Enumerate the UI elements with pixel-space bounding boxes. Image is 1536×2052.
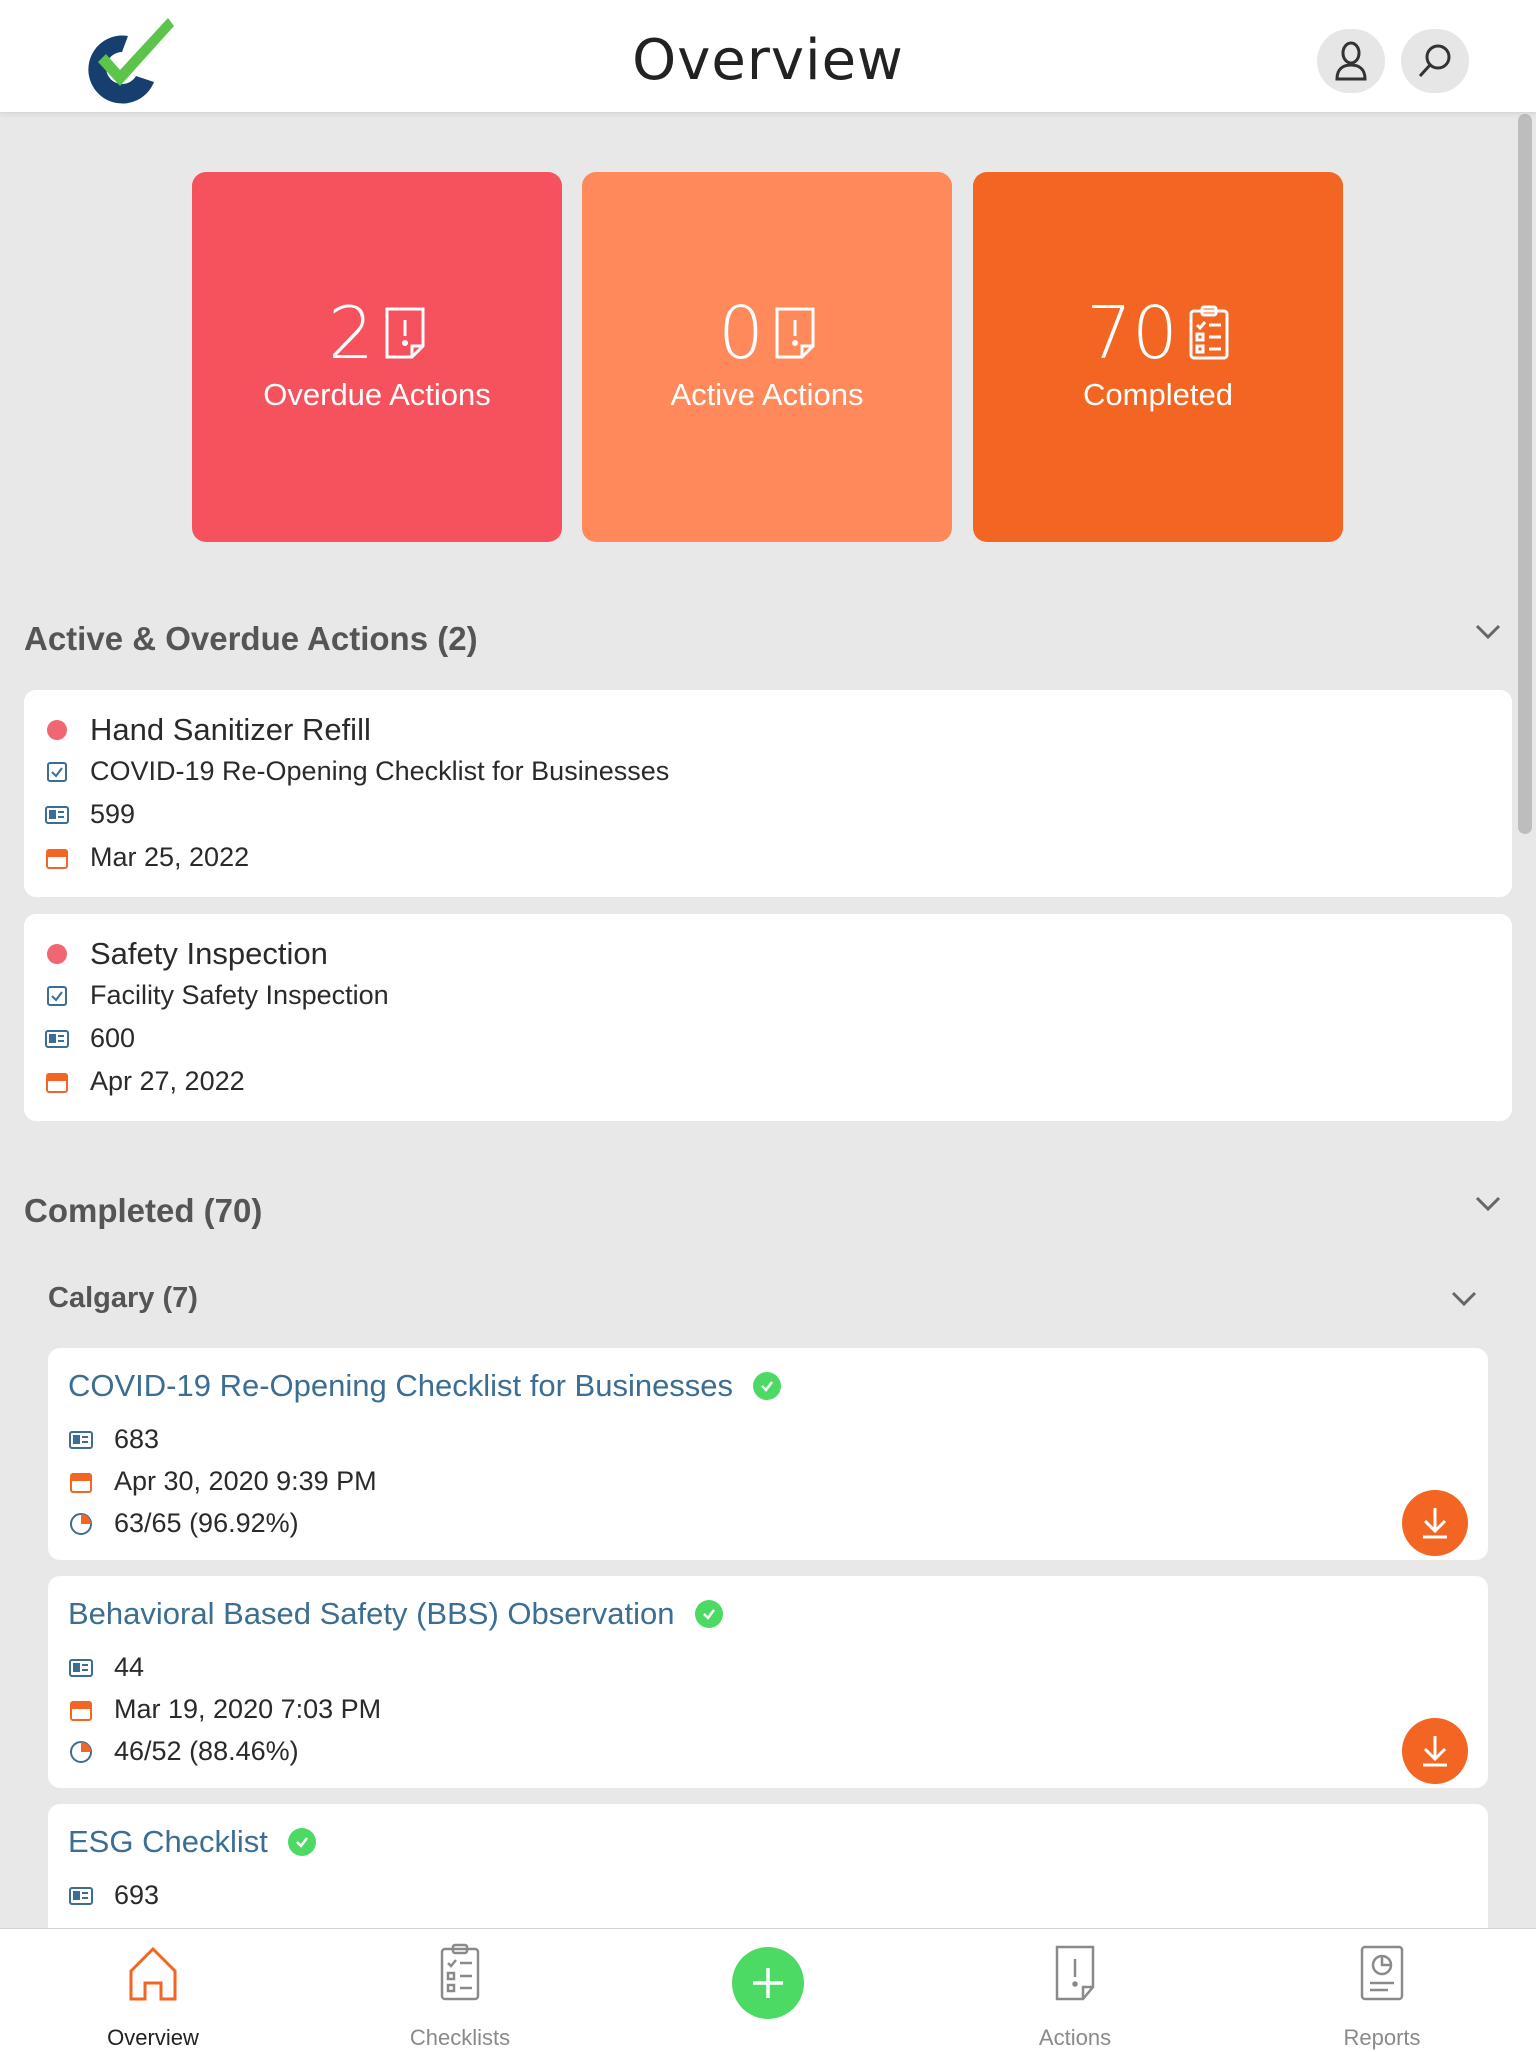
checklist-id: 693	[114, 1880, 160, 1910]
bottom-navigation: Overview Checklists Actions Reports	[0, 1928, 1536, 2052]
id-card-icon	[45, 1029, 69, 1048]
overdue-status-dot	[47, 720, 67, 740]
checklist-score: 46/52 (88.46%)	[114, 1736, 299, 1766]
completed-section-title: Completed (70)	[24, 1192, 263, 1229]
overdue-actions-tile[interactable]: 2 Overdue Actions	[192, 172, 562, 542]
action-title: Hand Sanitizer Refill	[90, 712, 371, 747]
alert-document-icon	[1055, 1945, 1095, 2001]
download-icon	[1423, 1736, 1447, 1767]
nav-overview-label: Overview	[107, 2025, 199, 2050]
chevron-down-icon[interactable]	[1450, 1290, 1478, 1308]
calendar-icon	[70, 1700, 92, 1721]
action-card[interactable]: Safety Inspection Facility Safety Inspec…	[24, 914, 1512, 1121]
checklist-score: 63/65 (96.92%)	[114, 1508, 299, 1538]
pie-chart-icon	[70, 1512, 92, 1535]
active-label: Active Actions	[670, 377, 864, 412]
id-card-icon	[45, 805, 69, 824]
page-title: Overview	[632, 28, 904, 93]
active-count: 0	[718, 291, 764, 375]
nav-reports[interactable]: Reports	[1282, 1929, 1482, 2052]
action-title: Safety Inspection	[90, 936, 328, 971]
active-overdue-section-title: Active & Overdue Actions (2)	[24, 620, 478, 657]
nav-actions-label: Actions	[1038, 2025, 1112, 2050]
check-circle-icon	[694, 1600, 723, 1628]
overdue-status-dot	[47, 944, 67, 964]
action-due-date: Apr 27, 2022	[90, 1066, 245, 1096]
group-title: Calgary (7)	[48, 1282, 198, 1314]
scrollbar[interactable]	[1518, 114, 1532, 834]
active-actions-tile[interactable]: 0 Active Actions	[582, 172, 952, 542]
calendar-icon	[70, 1472, 92, 1493]
download-icon	[1423, 1508, 1447, 1539]
download-report-button[interactable]	[1402, 1490, 1468, 1556]
nav-checklists[interactable]: Checklists	[360, 1929, 560, 2052]
clipboard-checklist-icon	[1189, 305, 1229, 360]
check-circle-icon	[753, 1372, 782, 1400]
calendar-icon	[46, 1072, 68, 1093]
checklist-title-link[interactable]: COVID-19 Re-Opening Checklist for Busine…	[68, 1368, 733, 1404]
check-circle-icon	[287, 1828, 316, 1856]
download-report-button[interactable]	[1402, 1718, 1468, 1784]
id-card-icon	[69, 1886, 93, 1905]
completed-label: Completed	[1083, 377, 1233, 412]
id-card-icon	[69, 1430, 93, 1449]
checklist-title-link[interactable]: Behavioral Based Safety (BBS) Observatio…	[68, 1596, 675, 1632]
nav-overview[interactable]: Overview	[53, 1929, 253, 2052]
completed-tile[interactable]: 70 Completed	[973, 172, 1343, 542]
calendar-icon	[46, 848, 68, 869]
checklist-date: Mar 19, 2020 7:03 PM	[114, 1694, 382, 1724]
chevron-down-icon[interactable]	[1474, 623, 1502, 641]
report-document-icon	[1360, 1945, 1404, 2001]
completed-checklist-card[interactable]: Behavioral Based Safety (BBS) Observatio…	[48, 1576, 1488, 1788]
overdue-count: 2	[328, 291, 374, 375]
search-icon	[1418, 44, 1451, 78]
action-card[interactable]: Hand Sanitizer Refill COVID-19 Re-Openin…	[24, 690, 1512, 897]
alert-document-icon	[385, 307, 425, 359]
action-id: 600	[90, 1023, 136, 1053]
action-id: 599	[90, 799, 136, 829]
app-header: Overview	[0, 0, 1536, 113]
alert-document-icon	[775, 307, 815, 359]
user-icon	[1335, 41, 1367, 81]
profile-button[interactable]	[1317, 29, 1385, 93]
overdue-label: Overdue Actions	[263, 377, 491, 412]
completed-checklist-card[interactable]: COVID-19 Re-Opening Checklist for Busine…	[48, 1348, 1488, 1560]
checklist-date: Apr 30, 2020 9:39 PM	[114, 1466, 377, 1496]
chevron-down-icon[interactable]	[1474, 1195, 1502, 1213]
nav-reports-label: Reports	[1343, 2025, 1421, 2050]
action-checklist: Facility Safety Inspection	[90, 980, 389, 1010]
clipboard-checklist-icon	[440, 1943, 480, 2001]
home-icon	[129, 1946, 177, 2001]
checkbox-icon	[47, 985, 67, 1006]
checklist-id: 44	[114, 1652, 145, 1682]
id-card-icon	[69, 1658, 93, 1677]
plus-icon	[753, 1968, 783, 1998]
completed-count: 70	[1086, 291, 1178, 375]
checklist-id: 683	[114, 1424, 160, 1454]
add-button[interactable]	[732, 1947, 804, 2019]
checkbox-icon	[47, 761, 67, 782]
nav-actions[interactable]: Actions	[975, 1929, 1175, 2052]
nav-checklists-label: Checklists	[409, 2025, 511, 2050]
search-button[interactable]	[1401, 29, 1469, 93]
action-checklist: COVID-19 Re-Opening Checklist for Busine…	[90, 756, 670, 786]
action-due-date: Mar 25, 2022	[90, 842, 250, 872]
checklist-title-link[interactable]: ESG Checklist	[68, 1824, 268, 1860]
pie-chart-icon	[70, 1740, 92, 1763]
